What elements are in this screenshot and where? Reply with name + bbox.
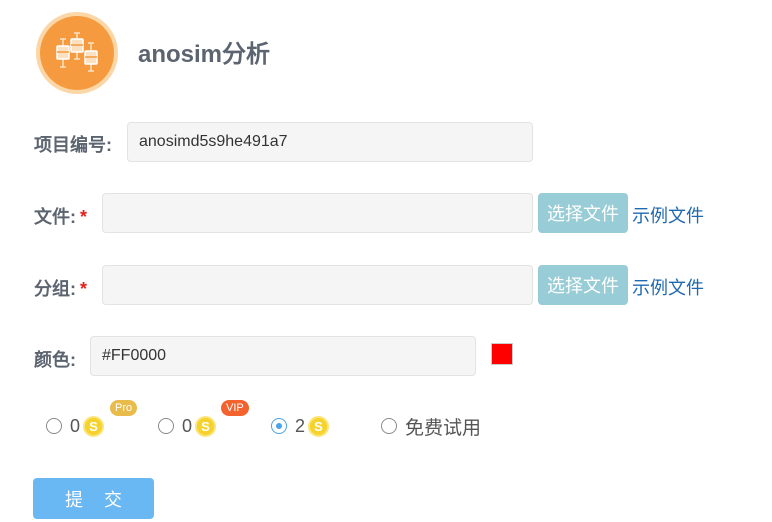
app-logo	[36, 12, 118, 94]
example-group-file-link[interactable]: 示例文件	[632, 274, 704, 300]
price-amount: 0	[70, 415, 81, 436]
required-asterisk: *	[80, 279, 88, 299]
price-option-paid[interactable]: 2 S	[271, 414, 330, 438]
pro-badge: Pro	[110, 400, 138, 416]
radio-button[interactable]	[381, 418, 397, 434]
price-option-free-trial[interactable]: 免费试用	[381, 414, 482, 439]
color-swatch[interactable]	[491, 343, 513, 365]
coin-icon: S	[195, 415, 217, 437]
coin-icon: S	[308, 415, 330, 437]
page-title: anosim分析	[138, 41, 271, 68]
price-amount: 0	[182, 415, 193, 436]
file-path-input[interactable]	[102, 193, 533, 233]
file-label-text: 文件:	[34, 207, 76, 227]
coin-icon: S	[83, 415, 105, 437]
free-trial-label: 免费试用	[405, 417, 482, 439]
required-asterisk: *	[80, 207, 88, 227]
price-option-vip[interactable]: 0 S	[158, 414, 217, 438]
radio-button-selected[interactable]	[271, 418, 287, 434]
submit-button[interactable]: 提 交	[33, 478, 154, 519]
example-file-link[interactable]: 示例文件	[632, 202, 704, 228]
group-label: 分组: *	[34, 275, 87, 301]
price-option-pro[interactable]: 0 S	[46, 414, 105, 438]
vip-badge: VIP	[221, 400, 249, 416]
color-input[interactable]	[90, 336, 476, 376]
boxplot-chart-icon	[56, 32, 98, 72]
file-label: 文件: *	[34, 203, 87, 229]
price-amount: 2	[295, 415, 306, 436]
choose-group-file-button[interactable]: 选择文件	[538, 265, 628, 305]
group-label-text: 分组:	[34, 279, 76, 299]
color-label: 颜色:	[34, 350, 76, 370]
group-file-input[interactable]	[102, 265, 533, 305]
anosim-analysis-page: anosim分析 项目编号: 文件:* 选择文件 示例文件 分组:* 选择文件 …	[0, 0, 772, 522]
project-id-label: 项目编号:	[34, 135, 112, 155]
radio-button[interactable]	[46, 418, 62, 434]
project-id-input[interactable]	[127, 122, 533, 162]
choose-file-button[interactable]: 选择文件	[538, 193, 628, 233]
radio-button[interactable]	[158, 418, 174, 434]
